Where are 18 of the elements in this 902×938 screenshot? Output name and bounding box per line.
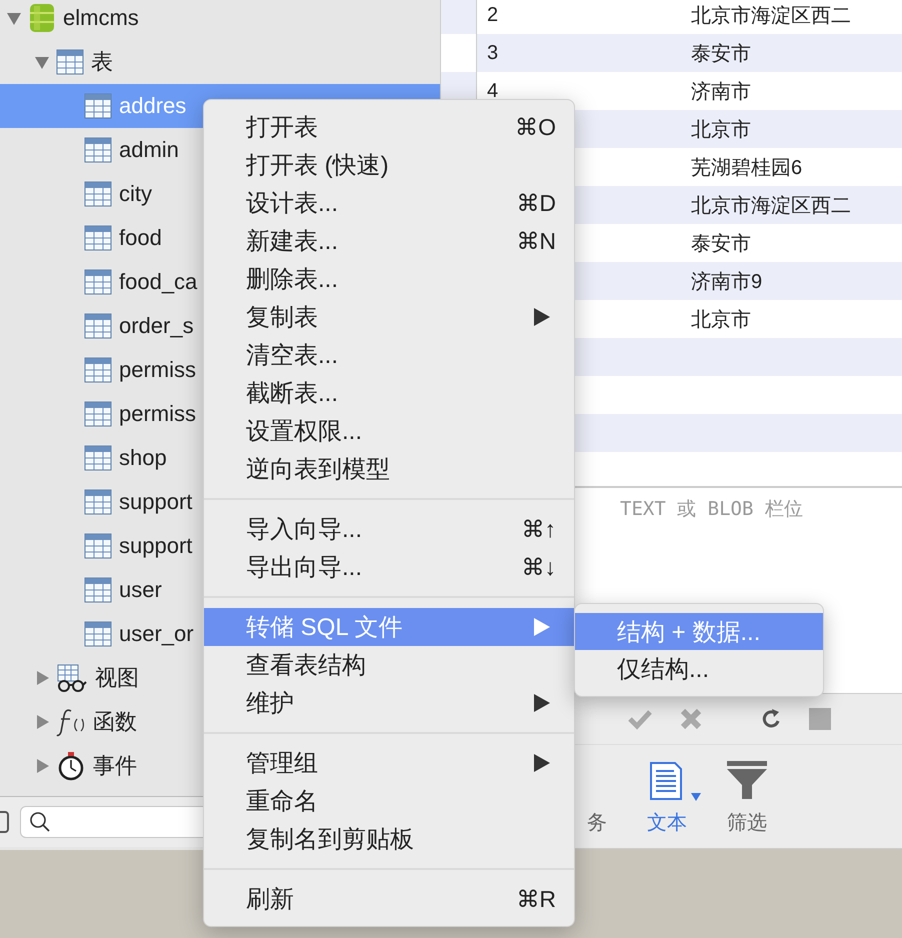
- table-cell-text: 北京市海淀区西二: [691, 4, 851, 28]
- table-cell-text: 北京市: [691, 118, 751, 142]
- table-cell-text: 济南市9: [691, 270, 762, 294]
- shortcut-label: ⌘O: [515, 114, 556, 140]
- shortcut-label: ⌘D: [516, 190, 556, 216]
- table-cell-text: 北京市: [691, 308, 751, 332]
- blob-notice: TEXT 或 BLOB 栏位: [620, 498, 803, 520]
- table-cell-text: 泰安市: [691, 42, 751, 66]
- table-cell-text: 北京市海淀区西二: [691, 194, 851, 218]
- shortcut-label: ⌘↑: [522, 516, 556, 542]
- shortcut-label: ⌘↓: [522, 554, 556, 580]
- table-cell-text: 芜湖碧桂园6: [691, 156, 802, 180]
- table-cell: 4: [487, 80, 498, 102]
- shortcut-label: ⌘R: [516, 886, 556, 912]
- table-cell: 2: [487, 4, 498, 26]
- shortcut-label: ⌘N: [516, 228, 556, 254]
- table-cell-text: 济南市: [691, 80, 751, 104]
- table-cell: 3: [487, 42, 498, 64]
